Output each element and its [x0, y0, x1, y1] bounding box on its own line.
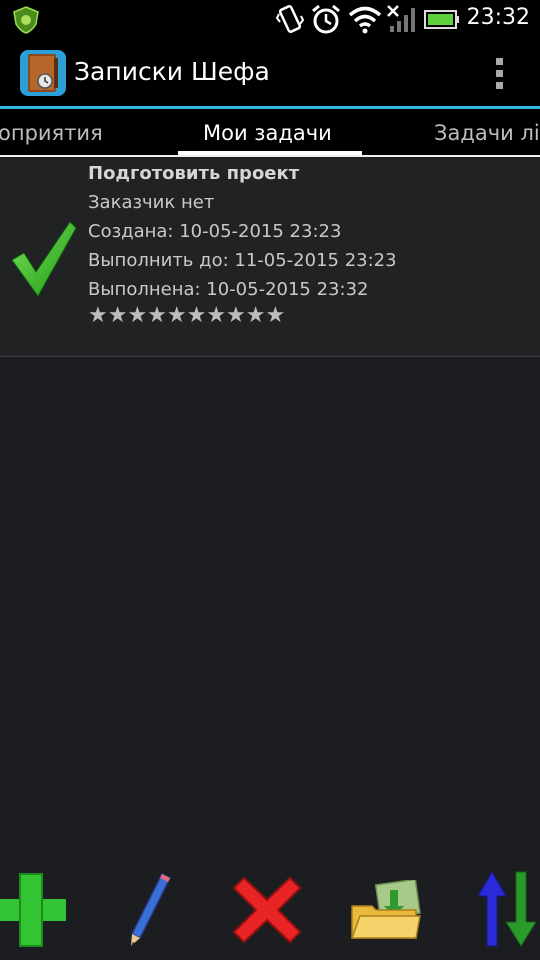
- tab-bar: оприятия Мои задачи Задачи лі: [0, 109, 540, 157]
- checkmark-icon: [11, 221, 77, 297]
- status-bar: 23:32: [0, 0, 540, 38]
- edit-icon[interactable]: [126, 870, 174, 948]
- task-completed: Выполнена: 10-05-2015 23:32: [88, 279, 369, 300]
- tab-personal-tasks[interactable]: Задачи лі: [434, 121, 540, 145]
- tab-events[interactable]: оприятия: [0, 121, 103, 145]
- bottom-toolbar: [0, 868, 540, 960]
- task-due: Выполнить до: 11-05-2015 23:23: [88, 250, 397, 271]
- open-folder-icon[interactable]: [350, 880, 422, 942]
- battery-icon: [424, 10, 459, 29]
- add-icon[interactable]: [0, 872, 68, 948]
- alarm-icon: [312, 4, 340, 34]
- shield-icon: [13, 6, 39, 34]
- app-logo-icon: [20, 50, 66, 96]
- sort-icon[interactable]: [478, 870, 540, 948]
- action-bar: Записки Шефа: [0, 38, 540, 108]
- task-created: Создана: 10-05-2015 23:23: [88, 221, 342, 242]
- task-rating-stars: ★★★★★★★★★★: [88, 303, 286, 328]
- clock: 23:32: [466, 5, 530, 30]
- no-signal-icon: [387, 5, 415, 32]
- task-customer: Заказчик нет: [88, 192, 215, 213]
- task-title: Подготовить проект: [88, 163, 300, 184]
- delete-icon[interactable]: [230, 874, 304, 946]
- app-title: Записки Шефа: [74, 57, 270, 86]
- vibrate-icon: [276, 4, 304, 34]
- tab-my-tasks[interactable]: Мои задачи: [203, 121, 332, 145]
- wifi-icon: [348, 6, 382, 34]
- list-divider: [0, 356, 540, 357]
- overflow-menu-icon[interactable]: [494, 58, 506, 92]
- tabs-divider: [0, 155, 540, 157]
